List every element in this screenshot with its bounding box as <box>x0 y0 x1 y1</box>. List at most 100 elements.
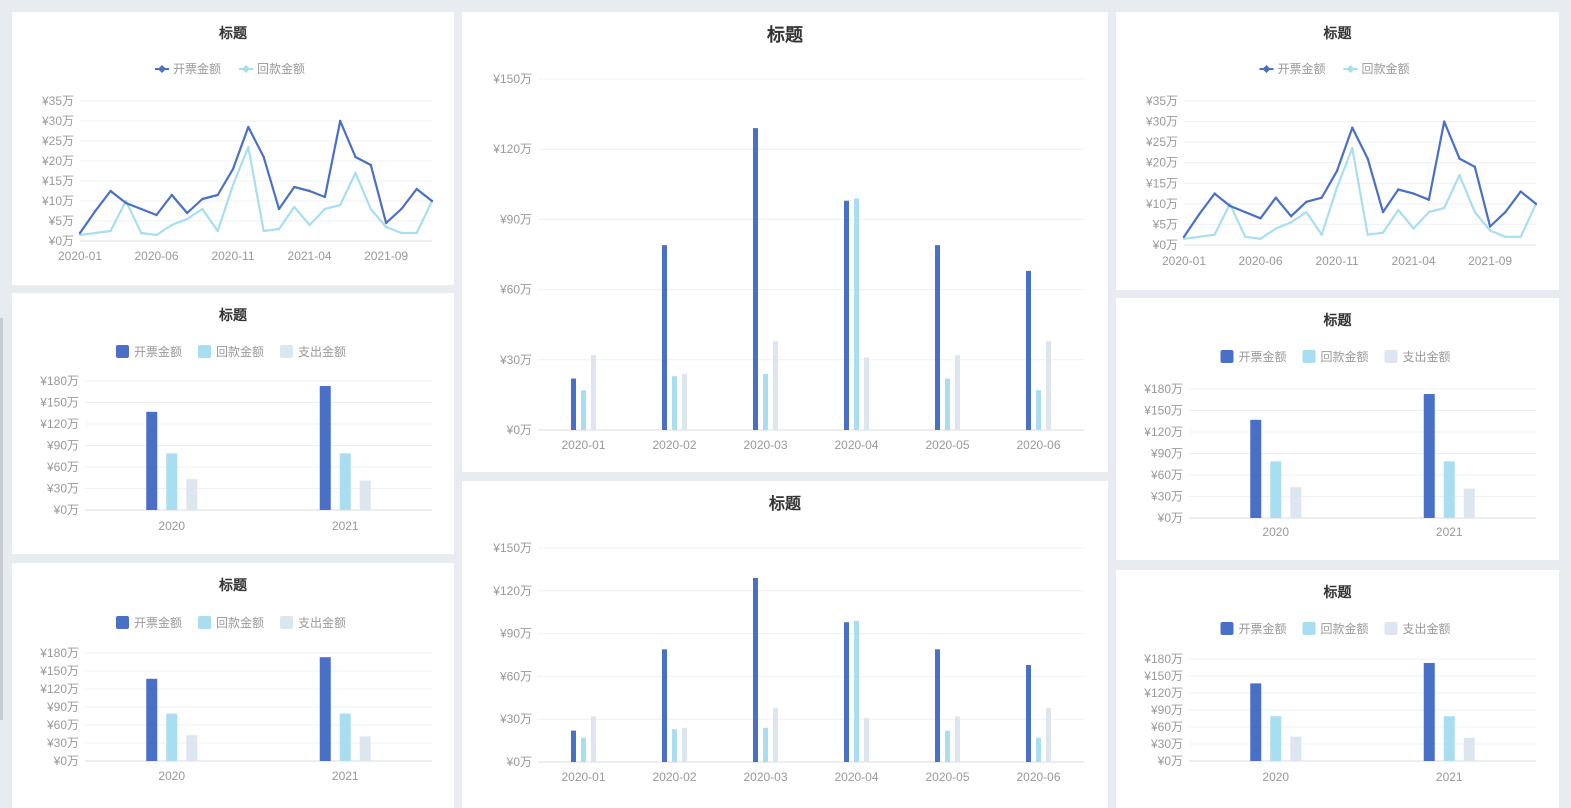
legend-label: 回款金额 <box>1321 349 1369 364</box>
bar-回款金额 <box>672 729 677 762</box>
y-tick-label: ¥20万 <box>41 154 74 168</box>
bar-支出金额 <box>682 727 687 762</box>
y-tick-label: ¥25万 <box>41 134 74 148</box>
data-point <box>1198 235 1201 238</box>
x-tick-label: 2020-11 <box>1315 254 1358 268</box>
legend-swatch-icon <box>1302 622 1316 635</box>
data-point <box>155 233 158 237</box>
data-point <box>109 189 112 193</box>
bar-支出金额 <box>1290 487 1302 518</box>
data-point <box>1427 210 1431 214</box>
legend-diamond-icon <box>242 65 250 73</box>
bar-支出金额 <box>773 707 778 762</box>
data-point <box>1381 231 1385 234</box>
chart-line-left: 标题开票金额 回款金额 ¥0万 ¥5万 ¥10万 ¥15万 ¥20万 ¥25万 ¥30万 ¥35万… <box>41 25 434 263</box>
bar-回款金额 <box>854 620 859 762</box>
bar-开票金额 <box>662 649 667 762</box>
chart-bar-left-mid: 标题开票金额 回款金额 支出金额 ¥0万 ¥30万 ¥60万 ¥90万 ¥120万 ¥150万 ¥… <box>39 307 432 533</box>
data-point <box>94 231 97 235</box>
data-point <box>1488 225 1492 228</box>
y-tick-label: ¥90万 <box>499 212 532 226</box>
legend-label: 支出金额 <box>1403 349 1451 364</box>
bar-支出金额 <box>359 736 371 761</box>
y-tick-label: ¥150万 <box>492 72 532 86</box>
data-point <box>155 213 158 217</box>
bar-支出金额 <box>955 355 960 430</box>
x-tick-label: 2020-01 <box>58 249 102 263</box>
bar-开票金额 <box>1250 419 1262 518</box>
y-tick-label: ¥30万 <box>46 482 79 496</box>
data-point <box>231 167 235 171</box>
legend-label: 回款金额 <box>257 61 305 76</box>
bar-回款金额 <box>1270 461 1282 518</box>
x-tick-label: 2020-03 <box>743 770 787 784</box>
data-point <box>308 189 311 193</box>
chart-title: 标题 <box>1323 25 1353 41</box>
data-point <box>354 171 357 175</box>
chart-panel-bar-big-top: 标题 ¥0万 ¥30万 ¥60万 ¥90万 ¥120万 ¥150万 2020-01 2020-0… <box>462 12 1108 472</box>
bar-支出金额 <box>186 735 198 761</box>
data-point <box>1442 120 1446 123</box>
data-point <box>94 209 97 213</box>
y-tick-label: ¥120万 <box>492 142 532 156</box>
x-tick-label: 2020-06 <box>134 249 178 263</box>
chart-line-right: 标题开票金额 回款金额 ¥0万 ¥5万 ¥10万 ¥15万 ¥20万 ¥25万 ¥30万 ¥35万… <box>1145 25 1538 268</box>
bar-支出金额 <box>1463 737 1475 761</box>
bar-开票金额 <box>1026 664 1031 762</box>
data-point <box>216 193 219 197</box>
data-point <box>1182 235 1186 238</box>
series-line-回款金额 <box>1183 147 1537 240</box>
bar-回款金额 <box>1036 390 1041 430</box>
data-point <box>338 119 342 123</box>
bar-支出金额 <box>682 373 687 430</box>
data-point <box>170 223 174 227</box>
bar-开票金额 <box>1250 683 1262 761</box>
data-point <box>1305 210 1308 214</box>
y-tick-label: ¥0万 <box>53 754 79 768</box>
data-point <box>1244 210 1247 214</box>
legend-swatch-icon <box>116 345 129 358</box>
y-tick-label: ¥0万 <box>1157 754 1183 768</box>
y-tick-label: ¥0万 <box>53 503 79 517</box>
x-tick-label: 2020-06 <box>1016 438 1060 452</box>
bar-支出金额 <box>1290 736 1302 761</box>
y-tick-label: ¥10万 <box>41 194 74 208</box>
data-point <box>201 207 204 211</box>
data-point <box>1366 233 1369 236</box>
data-point <box>140 207 143 211</box>
chart-panel-bar-big-bottom: 标题 ¥0万 ¥30万 ¥60万 ¥90万 ¥120万 ¥150万 2020-01 2020-0… <box>462 481 1108 808</box>
data-point <box>323 195 327 199</box>
data-point <box>1213 192 1216 195</box>
data-point <box>1473 165 1476 169</box>
chart-title: 标题 <box>766 24 804 45</box>
y-tick-label: ¥0万 <box>1152 238 1178 252</box>
legend-label: 开票金额 <box>1239 621 1287 636</box>
y-tick-label: ¥120万 <box>1143 425 1183 439</box>
bar-回款金额 <box>763 373 768 430</box>
data-point <box>354 155 357 159</box>
data-point <box>1397 208 1400 212</box>
y-tick-label: ¥180万 <box>39 374 79 388</box>
legend-label: 支出金额 <box>1403 621 1451 636</box>
data-point <box>109 229 112 233</box>
legend-swatch-icon <box>198 616 211 629</box>
data-point <box>369 163 372 167</box>
data-point <box>384 221 388 225</box>
bar-开票金额 <box>1423 394 1435 518</box>
y-tick-label: ¥180万 <box>1143 382 1183 396</box>
left-edge-scrollbar[interactable] <box>0 318 3 720</box>
bar-支出金额 <box>1463 488 1475 518</box>
bar-支出金额 <box>591 716 596 762</box>
y-tick-label: ¥5万 <box>1152 217 1178 231</box>
data-point <box>308 223 311 227</box>
data-point <box>1335 169 1339 173</box>
x-tick-label: 2020 <box>1262 525 1289 539</box>
y-tick-label: ¥30万 <box>499 353 532 367</box>
bar-回款金额 <box>945 378 950 430</box>
data-point <box>415 187 418 191</box>
y-tick-label: ¥90万 <box>499 627 532 641</box>
data-point <box>1228 204 1232 208</box>
bar-开票金额 <box>753 577 758 762</box>
data-point <box>1351 126 1354 129</box>
legend-label: 回款金额 <box>216 615 264 630</box>
